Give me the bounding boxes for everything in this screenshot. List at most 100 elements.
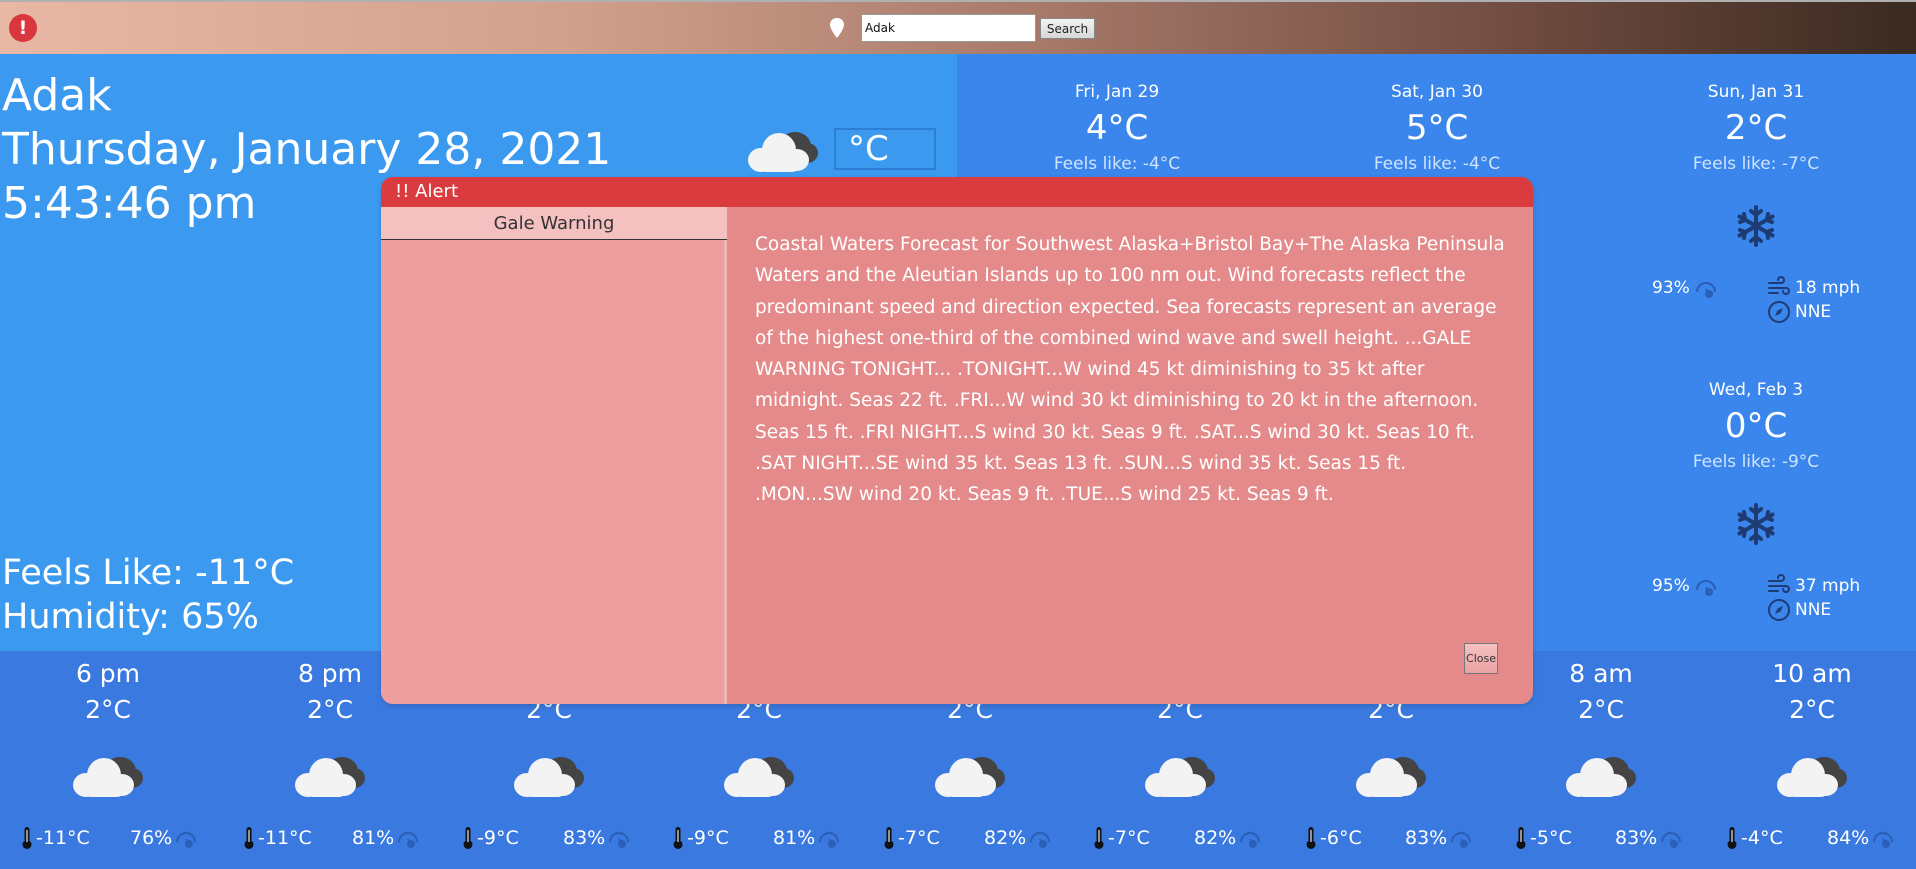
thermometer-icon bbox=[1304, 826, 1318, 850]
hour-humidity: 81% bbox=[773, 826, 841, 850]
hour-feels-value: -11°C bbox=[36, 827, 90, 849]
day-date: Sat, Jan 30 bbox=[1391, 82, 1483, 102]
day-card: Fri, Jan 29 4°C Feels like: -4°C bbox=[957, 84, 1277, 173]
hour-humidity-value: 84% bbox=[1827, 827, 1870, 849]
hour-humidity-value: 81% bbox=[352, 827, 395, 849]
cloudy-icon bbox=[747, 126, 819, 174]
compass-icon bbox=[1767, 300, 1791, 324]
day-wind-direction: NNE bbox=[1767, 598, 1831, 622]
humidity: Humidity: 65% bbox=[2, 597, 259, 637]
day-temp: 5°C bbox=[1405, 108, 1469, 148]
cloudy-icon bbox=[513, 751, 585, 799]
top-bar: ! Search bbox=[0, 0, 1916, 54]
day-card: Wed, Feb 3 0°C Feels like: -9°C bbox=[1596, 382, 1916, 471]
thermometer-icon bbox=[461, 826, 475, 850]
alert-modal-header: !! Alert bbox=[381, 177, 1533, 207]
day-feels-like: Feels like: -9°C bbox=[1692, 452, 1820, 472]
day-wind-direction: NNE bbox=[1767, 300, 1831, 324]
cloudy-icon bbox=[1565, 751, 1637, 799]
thermometer-icon bbox=[242, 826, 256, 850]
day-temp: 0°C bbox=[1724, 406, 1788, 446]
day-date: Fri, Jan 29 bbox=[1074, 82, 1160, 102]
day-wind-direction-value: NNE bbox=[1795, 600, 1832, 620]
alert-list-item-gale-warning[interactable]: Gale Warning bbox=[381, 207, 727, 240]
humidity-gauge-icon bbox=[396, 826, 420, 850]
hour-feels-like: -9°C bbox=[671, 826, 729, 850]
hour-feels-like: -11°C bbox=[20, 826, 90, 850]
hour-feels-like: -4°C bbox=[1725, 826, 1783, 850]
hour-humidity-value: 83% bbox=[1405, 827, 1448, 849]
cloudy-icon bbox=[294, 751, 366, 799]
thermometer-icon bbox=[1092, 826, 1106, 850]
day-feels-like: Feels like: -4°C bbox=[1373, 154, 1501, 174]
location-pin-icon[interactable] bbox=[828, 17, 846, 39]
day-humidity-value: 93% bbox=[1652, 278, 1690, 298]
hour-humidity: 83% bbox=[563, 826, 631, 850]
thermometer-icon bbox=[20, 826, 34, 850]
day-wind-direction-value: NNE bbox=[1795, 302, 1832, 322]
day-date: Sun, Jan 31 bbox=[1707, 82, 1805, 102]
humidity-gauge-icon bbox=[1694, 276, 1718, 300]
day-wind-speed-value: 37 mph bbox=[1795, 576, 1861, 596]
alert-description: Coastal Waters Forecast for Southwest Al… bbox=[755, 234, 1505, 506]
search-input[interactable] bbox=[861, 14, 1036, 42]
day-wind-speed: 18 mph bbox=[1767, 276, 1860, 300]
day-feels-like: Feels like: -4°C bbox=[1053, 154, 1181, 174]
humidity-gauge-icon bbox=[1659, 826, 1683, 850]
cloudy-icon bbox=[1355, 751, 1427, 799]
day-feels-like: Feels like: -7°C bbox=[1692, 154, 1820, 174]
feels-like: Feels Like: -11°C bbox=[2, 553, 295, 593]
day-date: Wed, Feb 3 bbox=[1708, 380, 1804, 400]
search-button[interactable]: Search bbox=[1040, 18, 1095, 39]
snowflake-icon bbox=[1734, 502, 1778, 546]
hour-feels-like: -7°C bbox=[1092, 826, 1150, 850]
humidity-gauge-icon bbox=[1449, 826, 1473, 850]
city-name: Adak bbox=[2, 70, 112, 121]
humidity-gauge-icon bbox=[1871, 826, 1895, 850]
hour-feels-value: -7°C bbox=[1108, 827, 1150, 849]
hour-feels-like: -11°C bbox=[242, 826, 312, 850]
current-date: Thursday, January 28, 2021 bbox=[2, 124, 612, 175]
hour-humidity: 82% bbox=[1194, 826, 1262, 850]
hour-humidity: 81% bbox=[352, 826, 420, 850]
cloudy-icon bbox=[723, 751, 795, 799]
thermometer-icon bbox=[1514, 826, 1528, 850]
thermometer-icon bbox=[1725, 826, 1739, 850]
hour-humidity-value: 82% bbox=[1194, 827, 1237, 849]
snowflake-icon bbox=[1734, 204, 1778, 248]
day-humidity: 95% bbox=[1652, 574, 1718, 598]
hour-feels-value: -5°C bbox=[1530, 827, 1572, 849]
hour-feels-like: -7°C bbox=[882, 826, 940, 850]
hour-humidity: 83% bbox=[1405, 826, 1473, 850]
hour-feels-value: -7°C bbox=[898, 827, 940, 849]
hour-temp: 2°C bbox=[1789, 695, 1835, 724]
humidity-gauge-icon bbox=[817, 826, 841, 850]
day-humidity: 93% bbox=[1652, 276, 1718, 300]
hour-humidity: 76% bbox=[130, 826, 198, 850]
hour-humidity-value: 81% bbox=[773, 827, 816, 849]
hour-feels-value: -11°C bbox=[258, 827, 312, 849]
day-humidity-value: 95% bbox=[1652, 576, 1690, 596]
hour-feels-like: -6°C bbox=[1304, 826, 1362, 850]
compass-icon bbox=[1767, 598, 1791, 622]
hour-humidity-value: 83% bbox=[563, 827, 606, 849]
humidity-gauge-icon bbox=[1238, 826, 1262, 850]
day-card: Sat, Jan 30 5°C Feels like: -4°C bbox=[1277, 84, 1597, 173]
thermometer-icon bbox=[671, 826, 685, 850]
humidity-gauge-icon bbox=[174, 826, 198, 850]
day-temp: 4°C bbox=[1085, 108, 1149, 148]
alert-badge-icon[interactable]: ! bbox=[9, 14, 37, 42]
close-button[interactable]: Close bbox=[1464, 643, 1498, 674]
hour-temp: 2°C bbox=[85, 695, 131, 724]
hour-feels-value: -6°C bbox=[1320, 827, 1362, 849]
hour-humidity: 84% bbox=[1827, 826, 1895, 850]
day-card: Sun, Jan 31 2°C Feels like: -7°C bbox=[1596, 84, 1916, 173]
hour-humidity: 82% bbox=[984, 826, 1052, 850]
hour-time: 6 pm bbox=[75, 659, 141, 688]
cloudy-icon bbox=[1144, 751, 1216, 799]
hour-humidity-value: 76% bbox=[130, 827, 173, 849]
day-wind-speed: 37 mph bbox=[1767, 574, 1860, 598]
hour-feels-like: -5°C bbox=[1514, 826, 1572, 850]
thermometer-icon bbox=[882, 826, 896, 850]
unit-toggle-button[interactable]: °C bbox=[834, 128, 936, 170]
